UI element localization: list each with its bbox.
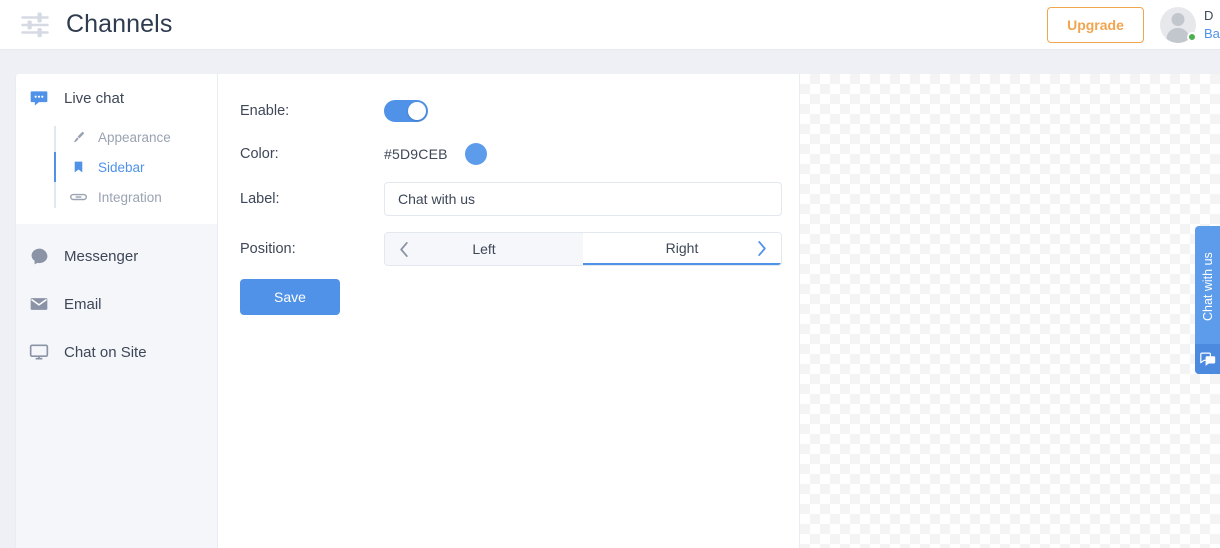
sidebar-settings-form: Enable: Color: #5D9CEB Label: Position: [218, 74, 800, 548]
widget-preview-panel: Chat with us [800, 74, 1220, 548]
chevron-left-icon[interactable] [399, 241, 409, 257]
color-row: Color: #5D9CEB [240, 143, 487, 165]
position-label: Position: [240, 241, 296, 257]
sidebar-item-live-chat[interactable]: Live chat [16, 74, 217, 122]
page-title: Channels [66, 10, 173, 38]
label-input[interactable] [384, 182, 782, 216]
user-role[interactable]: Ba [1204, 25, 1220, 43]
chat-bubbles-icon[interactable] [1195, 344, 1220, 374]
chat-widget-tab[interactable]: Chat with us [1195, 226, 1220, 374]
label-field-label: Label: [240, 191, 280, 207]
sidebar-item-messenger[interactable]: Messenger [16, 232, 217, 280]
envelope-icon [28, 293, 50, 315]
position-option-label: Left [472, 241, 496, 257]
color-value[interactable]: #5D9CEB [384, 146, 448, 162]
chat-widget-tab-label: Chat with us [1200, 252, 1215, 322]
save-button[interactable]: Save [240, 279, 340, 315]
position-option-left[interactable]: Left [385, 233, 583, 265]
enable-label: Enable: [240, 103, 290, 119]
position-option-right[interactable]: Right [583, 233, 781, 265]
link-icon [68, 188, 88, 206]
sidebar-item-label: Chat on Site [64, 343, 147, 361]
label-row: Label: [240, 182, 782, 216]
sidebar-item-appearance[interactable]: Appearance [54, 122, 217, 152]
sidebar-item-chat-on-site[interactable]: Chat on Site [16, 328, 217, 376]
avatar[interactable] [1160, 6, 1197, 43]
bookmark-icon [68, 158, 88, 176]
nav-group-live-chat: Live chat Appearance Sidebar Integration [16, 74, 217, 224]
sidebar-item-sidebar[interactable]: Sidebar [54, 152, 217, 182]
position-option-label: Right [665, 240, 699, 256]
chat-bubble-icon [28, 87, 50, 109]
channel-nav: Live chat Appearance Sidebar Integration… [16, 74, 218, 548]
chevron-right-icon[interactable] [757, 240, 767, 256]
user-name: D [1204, 7, 1214, 23]
avatar-head [1171, 12, 1185, 26]
messenger-bubble-icon [28, 245, 50, 267]
sidebar-item-label: Messenger [64, 247, 139, 265]
position-segmented-control: Left Right [384, 232, 782, 266]
content-card: Live chat Appearance Sidebar Integration… [16, 74, 1220, 548]
user-meta: D Ba [1204, 7, 1220, 42]
toggle-knob [408, 102, 426, 120]
avatar-body [1166, 27, 1190, 43]
presence-online-indicator [1187, 31, 1197, 42]
monitor-icon [28, 341, 50, 363]
color-swatch[interactable] [464, 143, 487, 165]
sidebar-item-integration[interactable]: Integration [54, 182, 217, 212]
sidebar-item-label: Live chat [64, 89, 125, 107]
position-row: Position: Left Right [240, 232, 782, 266]
top-bar: Channels Upgrade D Ba [0, 0, 1220, 50]
sidebar-item-label: Sidebar [98, 159, 145, 175]
enable-toggle[interactable] [384, 100, 428, 122]
paintbrush-icon [68, 128, 88, 146]
sidebar-item-label: Integration [98, 189, 162, 205]
sliders-icon [20, 10, 50, 40]
live-chat-subnav: Appearance Sidebar Integration [16, 122, 217, 212]
upgrade-button[interactable]: Upgrade [1047, 6, 1144, 43]
sidebar-item-label: Email [64, 295, 102, 313]
sidebar-item-label: Appearance [98, 129, 171, 145]
enable-row: Enable: [240, 100, 428, 122]
sidebar-item-email[interactable]: Email [16, 280, 217, 328]
top-bar-right: Upgrade D Ba [1047, 0, 1220, 50]
color-label: Color: [240, 146, 279, 162]
